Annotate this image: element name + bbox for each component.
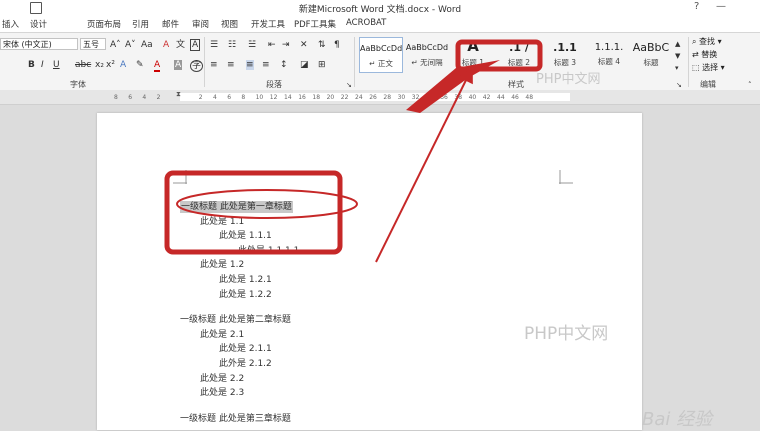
annotation-ellipse-heading: [176, 189, 358, 219]
annotation-box-heading-styles: [455, 39, 543, 72]
annotation-overlay: [164, 39, 543, 263]
